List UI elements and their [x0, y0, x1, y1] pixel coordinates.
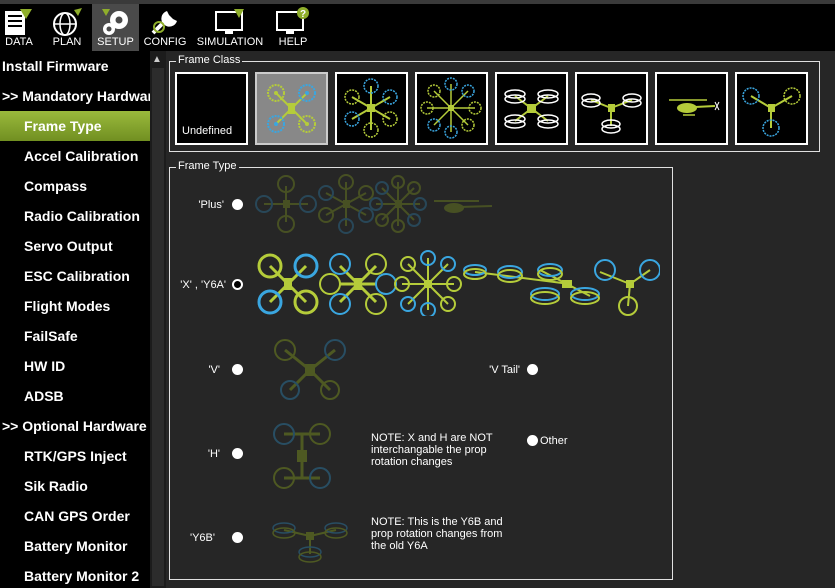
frame-class-quad[interactable]: [255, 72, 328, 145]
sidebar-item-frame-type[interactable]: Frame Type: [0, 111, 150, 141]
sidebar-item-flight-modes[interactable]: Flight Modes: [0, 291, 150, 321]
config-icon: [151, 11, 177, 35]
nav-help[interactable]: ? HELP: [275, 4, 311, 51]
sidebar-scrollbar[interactable]: ▲: [150, 51, 166, 588]
sidebar-item-compass[interactable]: Compass: [0, 171, 150, 201]
frame-type-vtail-label: 'V Tail': [489, 364, 520, 376]
setup-icon: [101, 9, 128, 35]
frame-type-h-label: 'H': [207, 448, 220, 460]
frame-type-h-note: NOTE: X and H are NOT interchangable the…: [371, 432, 493, 468]
frame-type-y6b-label: 'Y6B': [190, 532, 215, 544]
frame-class-undefined-label: Undefined: [182, 125, 233, 137]
sidebar-item-sik-radio[interactable]: Sik Radio: [0, 471, 150, 501]
x-frames-image: [257, 250, 660, 316]
sidebar-item-battery-monitor-2[interactable]: Battery Monitor 2: [0, 561, 150, 588]
sidebar-item-optional-hardware[interactable]: >> Optional Hardware: [0, 411, 150, 441]
plan-icon: [53, 8, 82, 36]
h-frame-image: [273, 423, 331, 489]
frame-type-title: Frame Type: [176, 160, 239, 172]
frame-type-other-label: Other: [540, 435, 568, 447]
frame-type-v-label: 'V': [208, 364, 220, 376]
sidebar-item-can-gps-order[interactable]: CAN GPS Order: [0, 501, 150, 531]
frame-class-heli[interactable]: [655, 72, 728, 145]
sidebar-item-rtk-gps-inject[interactable]: RTK/GPS Inject: [0, 441, 150, 471]
frame-type-v-radio[interactable]: [232, 364, 243, 375]
nav-plan[interactable]: PLAN: [47, 4, 87, 51]
quad-frame-icon: [267, 84, 316, 133]
nav-config[interactable]: CONFIG: [143, 4, 187, 51]
frame-type-x-label: 'X' , 'Y6A': [180, 279, 226, 291]
sidebar-item-install-firmware[interactable]: Install Firmware: [0, 51, 150, 81]
sidebar-item-failsafe[interactable]: FailSafe: [0, 321, 150, 351]
frame-class-undefined[interactable]: Undefined: [175, 72, 248, 145]
nav-setup[interactable]: SETUP: [92, 4, 139, 51]
frame-type-other-radio[interactable]: [527, 435, 538, 446]
sidebar-item-accel-calibration[interactable]: Accel Calibration: [0, 141, 150, 171]
plus-frames-image: [255, 174, 493, 234]
v-frame-image: [274, 339, 346, 400]
frame-type-y6b-radio[interactable]: [232, 532, 243, 543]
octa-frame-icon: [420, 77, 482, 139]
octa-quad-frame-icon: [504, 89, 559, 129]
frame-type-plus-radio[interactable]: [232, 199, 243, 210]
scrollbar-thumb[interactable]: [152, 68, 164, 586]
frame-class-hexa[interactable]: [335, 72, 408, 145]
frame-type-y6b-note: NOTE: This is the Y6B and prop rotation …: [371, 516, 503, 552]
simulation-icon: [215, 9, 244, 34]
heli-frame-icon: [669, 99, 720, 116]
svg-text:?: ?: [300, 9, 306, 20]
sidebar-item-hw-id[interactable]: HW ID: [0, 351, 150, 381]
scroll-up-icon[interactable]: ▲: [152, 54, 162, 65]
frame-type-plus-label: 'Plus': [198, 199, 224, 211]
frame-class-octa[interactable]: [415, 72, 488, 145]
tri-frame-icon: [742, 87, 801, 137]
sidebar-item-battery-monitor[interactable]: Battery Monitor: [0, 531, 150, 561]
sidebar-item-esc-calibration[interactable]: ESC Calibration: [0, 261, 150, 291]
frame-class-title: Frame Class: [176, 54, 243, 66]
y6-frame-icon: [581, 93, 642, 134]
hexa-frame-icon: [344, 78, 398, 138]
frame-type-h-radio[interactable]: [232, 448, 243, 459]
sidebar-item-radio-calibration[interactable]: Radio Calibration: [0, 201, 150, 231]
data-icon: [5, 9, 32, 35]
frame-class-tri[interactable]: [735, 72, 808, 145]
y6b-frame-image: [272, 522, 348, 563]
frame-type-vtail-radio[interactable]: [527, 364, 538, 375]
setup-sidebar: Install Firmware >> Mandatory Hardware F…: [0, 51, 150, 588]
frame-class-octa-quad[interactable]: [495, 72, 568, 145]
nav-data[interactable]: DATA: [0, 4, 38, 51]
sidebar-item-servo-output[interactable]: Servo Output: [0, 231, 150, 261]
frame-class-y6[interactable]: [575, 72, 648, 145]
top-menu-bar: DATA PLAN SETUP CONFIG SIMULATION ? HELP: [0, 0, 835, 51]
help-icon: ?: [276, 7, 309, 34]
nav-simulation[interactable]: SIMULATION: [195, 4, 265, 51]
sidebar-item-adsb[interactable]: ADSB: [0, 381, 150, 411]
frame-type-x-radio[interactable]: [232, 279, 243, 290]
sidebar-item-mandatory-hardware[interactable]: >> Mandatory Hardware: [0, 81, 150, 111]
